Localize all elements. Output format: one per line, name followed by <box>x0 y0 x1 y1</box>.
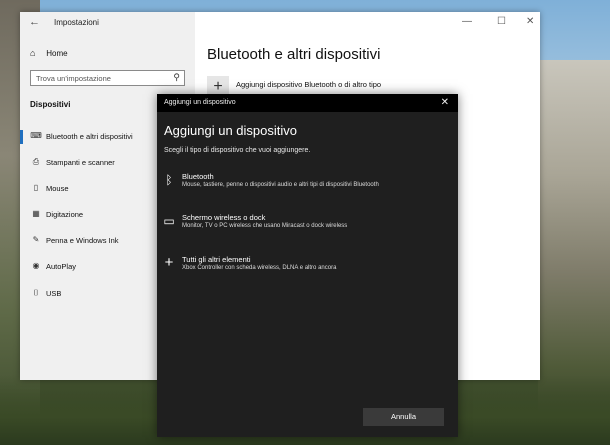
printer-icon: ⎙ <box>32 157 40 166</box>
home-icon: ⌂ <box>30 48 36 58</box>
usb-icon: ⌷ <box>33 288 39 297</box>
option-everything-else[interactable]: + Tutti gli altri elementi Xbox Controll… <box>157 254 458 291</box>
home-label: Home <box>46 49 68 58</box>
maximize-icon[interactable]: ☐ <box>497 16 506 27</box>
bluetooth-icon: ᛒ <box>165 173 173 187</box>
close-icon[interactable]: ✕ <box>526 16 534 27</box>
back-arrow-icon[interactable]: ← <box>29 16 40 28</box>
mouse-icon: ▯ <box>33 183 39 192</box>
option-description: Xbox Controller con scheda wireless, DLN… <box>182 265 337 271</box>
option-bluetooth[interactable]: ᛒ Bluetooth Mouse, tastiere, penne o dis… <box>157 172 458 208</box>
sidebar-item-label: Mouse <box>46 184 69 193</box>
option-name: Schermo wireless o dock <box>182 213 266 222</box>
sidebar-item-label: Bluetooth e altri dispositivi <box>46 132 133 141</box>
sidebar-item-label: Penna e Windows Ink <box>46 236 119 245</box>
close-icon[interactable]: ✕ <box>441 97 449 108</box>
option-name: Bluetooth <box>182 172 214 181</box>
search-input[interactable]: Trova un'impostazione ⚲ <box>30 70 185 86</box>
dialog-heading: Aggiungi un dispositivo <box>164 123 297 138</box>
window-title: Impostazioni <box>54 18 99 27</box>
bluetooth-devices-icon: ⌨ <box>30 131 42 140</box>
add-device-dialog: Aggiungi un dispositivo ✕ Aggiungi un di… <box>157 94 458 437</box>
sidebar-item-label: USB <box>46 289 62 298</box>
pen-icon: ✎ <box>32 235 40 244</box>
option-name: Tutti gli altri elementi <box>182 255 251 264</box>
plus-icon: + <box>164 254 174 271</box>
autoplay-icon: ◉ <box>32 261 40 270</box>
sidebar-item-label: Digitazione <box>46 210 84 219</box>
dialog-titlebar: Aggiungi un dispositivo ✕ <box>157 94 458 112</box>
sidebar-item-label: AutoPlay <box>46 262 77 271</box>
search-placeholder: Trova un'impostazione <box>36 74 111 83</box>
option-description: Mouse, tastiere, penne o dispositivi aud… <box>182 182 379 188</box>
keyboard-icon: ▦ <box>32 209 40 218</box>
sidebar-item-label: Stampanti e scanner <box>46 158 115 167</box>
add-device-label: Aggiungi dispositivo Bluetooth o di altr… <box>236 80 382 89</box>
section-heading: Dispositivi <box>30 100 71 109</box>
settings-titlebar: ← Impostazioni — ☐ ✕ <box>20 12 540 34</box>
dialog-subtitle: Scegli il tipo di dispositivo che vuoi a… <box>164 147 311 154</box>
home-link[interactable]: ⌂ Home <box>30 48 68 58</box>
minimize-icon[interactable]: — <box>462 16 472 27</box>
page-title: Bluetooth e altri dispositivi <box>207 46 381 63</box>
option-description: Monitor, TV o PC wireless che usano Mira… <box>182 223 348 229</box>
dialog-window-title: Aggiungi un dispositivo <box>164 99 236 106</box>
option-wireless-display[interactable]: ▭ Schermo wireless o dock Monitor, TV o … <box>157 213 458 249</box>
monitor-icon: ▭ <box>163 214 175 228</box>
cancel-button[interactable]: Annulla <box>363 408 444 426</box>
search-icon[interactable]: ⚲ <box>173 72 180 83</box>
